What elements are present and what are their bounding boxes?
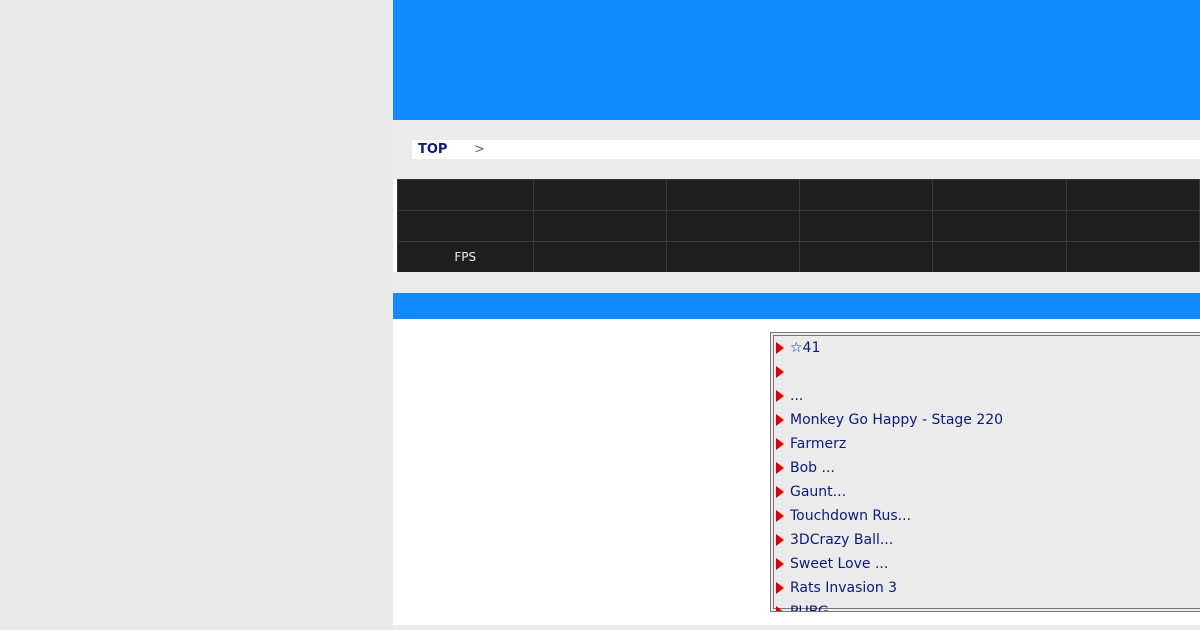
game-list-panel: ☆41 ... Monkey Go Happy - Stage 220 Farmer…	[770, 332, 1200, 612]
breadcrumb-separator: >	[474, 142, 485, 157]
triangle-right-icon	[776, 486, 784, 498]
game-list-item[interactable]: Farmerz	[771, 432, 1200, 456]
spec-table-cell	[932, 179, 1067, 211]
spec-table-cell	[665, 210, 801, 242]
spec-table-cell	[799, 210, 934, 242]
header-banner	[393, 0, 1200, 120]
triangle-right-icon	[776, 558, 784, 570]
section-header-bar	[393, 293, 1200, 319]
triangle-right-icon	[776, 342, 784, 354]
game-list-item-label[interactable]: Monkey Go Happy - Stage 220	[790, 412, 1003, 428]
game-list-item-label[interactable]: Rats Invasion 3	[790, 580, 897, 596]
game-list-item[interactable]: Bob ...	[771, 456, 1200, 480]
page-container: TOP > FPS ☆41 ... Monkey Go Happy - Stage…	[393, 0, 1200, 625]
triangle-right-icon	[776, 462, 784, 474]
breadcrumb-bar: TOP >	[412, 140, 1200, 159]
spec-table-cell	[532, 210, 667, 242]
game-list-item-label[interactable]: Touchdown Rus...	[790, 508, 911, 524]
triangle-right-icon	[776, 582, 784, 594]
bottom-strip	[393, 612, 1200, 625]
triangle-right-icon	[776, 414, 784, 426]
game-list-item[interactable]: Rats Invasion 3	[771, 576, 1200, 600]
spec-table-cell: FPS	[397, 241, 534, 273]
game-list-item-label[interactable]: ☆41	[790, 340, 820, 356]
spec-table-cell	[932, 241, 1067, 273]
section-gap	[393, 272, 1200, 293]
game-list: ☆41 ... Monkey Go Happy - Stage 220 Farmer…	[771, 333, 1200, 611]
game-list-item-label[interactable]: Farmerz	[790, 436, 846, 452]
game-list-item[interactable]: 3DCrazy Ball...	[771, 528, 1200, 552]
game-list-item-label[interactable]: Sweet Love ...	[790, 556, 888, 572]
spec-table-cell	[799, 241, 934, 273]
spec-table-cell	[397, 210, 534, 242]
triangle-right-icon	[776, 510, 784, 522]
game-list-item-label[interactable]: PUBG	[790, 604, 829, 611]
spec-table-row: FPS	[397, 241, 1200, 273]
spec-table-cell	[532, 179, 667, 211]
triangle-right-icon	[776, 390, 784, 402]
triangle-right-icon	[776, 534, 784, 546]
spec-table-row	[397, 210, 1200, 242]
game-list-item[interactable]	[771, 360, 1200, 384]
game-list-item-label[interactable]: ...	[790, 388, 803, 404]
spec-table-cell	[799, 179, 934, 211]
game-list-item-label[interactable]: Bob ...	[790, 460, 835, 476]
game-list-item[interactable]: Sweet Love ...	[771, 552, 1200, 576]
game-list-item[interactable]: ☆41	[771, 336, 1200, 360]
spec-table-cell	[665, 179, 801, 211]
spec-table-cell	[532, 241, 667, 273]
game-list-item[interactable]: Monkey Go Happy - Stage 220	[771, 408, 1200, 432]
game-list-item-label[interactable]: 3DCrazy Ball...	[790, 532, 893, 548]
game-list-item[interactable]: Touchdown Rus...	[771, 504, 1200, 528]
spec-table-cell	[665, 241, 801, 273]
spec-table: FPS	[397, 179, 1200, 273]
spec-table-cell	[397, 179, 534, 211]
spec-table-row	[397, 179, 1200, 211]
breadcrumb: TOP >	[393, 120, 1200, 179]
game-list-item-label[interactable]: Gaunt...	[790, 484, 846, 500]
triangle-right-icon	[776, 438, 784, 450]
triangle-right-icon	[776, 366, 784, 378]
breadcrumb-top-link[interactable]: TOP	[412, 142, 474, 157]
spec-table-cell	[932, 210, 1067, 242]
game-list-item[interactable]: PUBG	[771, 600, 1200, 611]
spec-table-cell	[1065, 241, 1200, 273]
spec-table-cell	[1065, 210, 1200, 242]
spec-table-cell	[1065, 179, 1200, 211]
game-list-item[interactable]: Gaunt...	[771, 480, 1200, 504]
game-list-item[interactable]: ...	[771, 384, 1200, 408]
